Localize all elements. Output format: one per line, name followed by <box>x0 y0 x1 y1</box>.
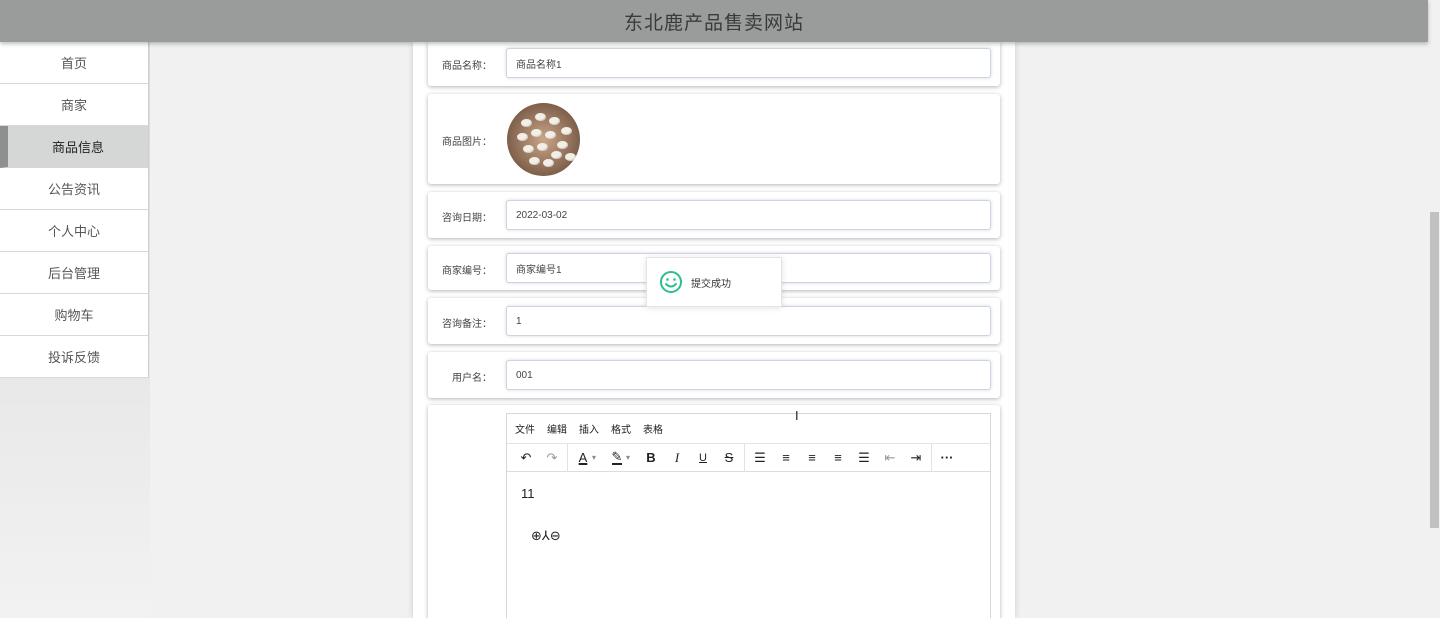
product-image[interactable] <box>507 103 580 176</box>
sidebar-item-product-info[interactable]: 商品信息 <box>0 126 149 168</box>
indent-icon[interactable]: ⇥ <box>903 446 929 470</box>
align-left-icon[interactable]: ≡ <box>773 446 799 470</box>
sidebar-item-admin[interactable]: 后台管理 <box>0 252 149 294</box>
rich-text-editor: 文件 编辑 插入 格式 表格 ↶ ↷ A ▾ ✎ ▾ B I U S ☰ ≡ ≡… <box>506 413 991 618</box>
editor-row: 文件 编辑 插入 格式 表格 ↶ ↷ A ▾ ✎ ▾ B I U S ☰ ≡ ≡… <box>428 405 1000 618</box>
sidebar-nav: 首页 商家 商品信息 公告资讯 个人中心 后台管理 购物车 投诉反馈 <box>0 42 149 378</box>
editor-toolbar: ↶ ↷ A ▾ ✎ ▾ B I U S ☰ ≡ ≡ ≡ ☰ ⇤ ⇥ ··· <box>507 443 990 472</box>
sidebar-item-announcements[interactable]: 公告资讯 <box>0 168 149 210</box>
sidebar-item-personal-center[interactable]: 个人中心 <box>0 210 149 252</box>
inquiry-date-row: 咨询日期： 2022-03-02 <box>428 192 1000 238</box>
menu-file[interactable]: 文件 <box>515 421 535 436</box>
username-label: 用户名： <box>452 373 492 384</box>
underline-icon[interactable]: U <box>690 446 716 470</box>
bold-icon[interactable]: B <box>638 446 664 470</box>
text-cursor-icon: I <box>795 408 799 423</box>
menu-insert[interactable]: 插入 <box>579 421 599 436</box>
sidebar-item-merchant[interactable]: 商家 <box>0 84 149 126</box>
sidebar-item-feedback[interactable]: 投诉反馈 <box>0 336 149 378</box>
menu-table[interactable]: 表格 <box>643 421 663 436</box>
align-justify-icon[interactable]: ☰ <box>851 446 877 470</box>
menu-format[interactable]: 格式 <box>611 421 631 436</box>
username-row: 用户名： 001 <box>428 352 1000 398</box>
toolbar-divider <box>567 443 568 472</box>
inquiry-date-input[interactable]: 2022-03-02 <box>506 200 991 230</box>
product-name-row: 商品名称： 商品名称1 <box>428 41 1000 86</box>
username-input[interactable]: 001 <box>506 360 991 390</box>
editor-content[interactable]: 11 ⊕⅄⊖ <box>507 472 990 558</box>
inquiry-date-label: 咨询日期： <box>442 213 492 224</box>
chevron-down-icon[interactable]: ▾ <box>626 453 638 462</box>
italic-icon[interactable]: I <box>664 446 690 470</box>
smile-icon <box>660 271 682 293</box>
merchant-id-label: 商家编号： <box>442 266 492 277</box>
line-height-icon[interactable]: ☰ <box>747 446 773 470</box>
editor-text-line: 11 <box>521 486 535 501</box>
align-right-icon[interactable]: ≡ <box>825 446 851 470</box>
editor-symbol-line: ⊕⅄⊖ <box>531 528 561 543</box>
product-name-label: 商品名称： <box>442 61 492 72</box>
sidebar-item-cart[interactable]: 购物车 <box>0 294 149 336</box>
editor-menubar: 文件 编辑 插入 格式 表格 <box>507 414 990 444</box>
product-image-label: 商品图片： <box>442 137 492 148</box>
strikethrough-icon[interactable]: S <box>716 446 742 470</box>
toolbar-divider <box>931 443 932 472</box>
undo-icon[interactable]: ↶ <box>513 446 539 470</box>
redo-icon[interactable]: ↷ <box>539 446 565 470</box>
chevron-down-icon[interactable]: ▾ <box>592 453 604 462</box>
more-icon[interactable]: ··· <box>934 446 960 470</box>
scrollbar-thumb[interactable] <box>1430 212 1439 528</box>
outdent-icon[interactable]: ⇤ <box>877 446 903 470</box>
menu-edit[interactable]: 编辑 <box>547 421 567 436</box>
toast-message: 提交成功 <box>691 278 731 290</box>
site-header: 东北鹿产品售卖网站 <box>0 0 1428 42</box>
product-name-input[interactable]: 商品名称1 <box>506 48 991 78</box>
inquiry-note-input[interactable]: 1 <box>506 306 991 336</box>
site-title: 东北鹿产品售卖网站 <box>623 12 804 34</box>
sidebar-item-home[interactable]: 首页 <box>0 42 149 84</box>
align-center-icon[interactable]: ≡ <box>799 446 825 470</box>
product-image-row: 商品图片： <box>428 94 1000 184</box>
success-toast: 提交成功 <box>646 257 782 307</box>
toolbar-divider <box>744 443 745 472</box>
inquiry-note-label: 咨询备注： <box>442 319 492 330</box>
